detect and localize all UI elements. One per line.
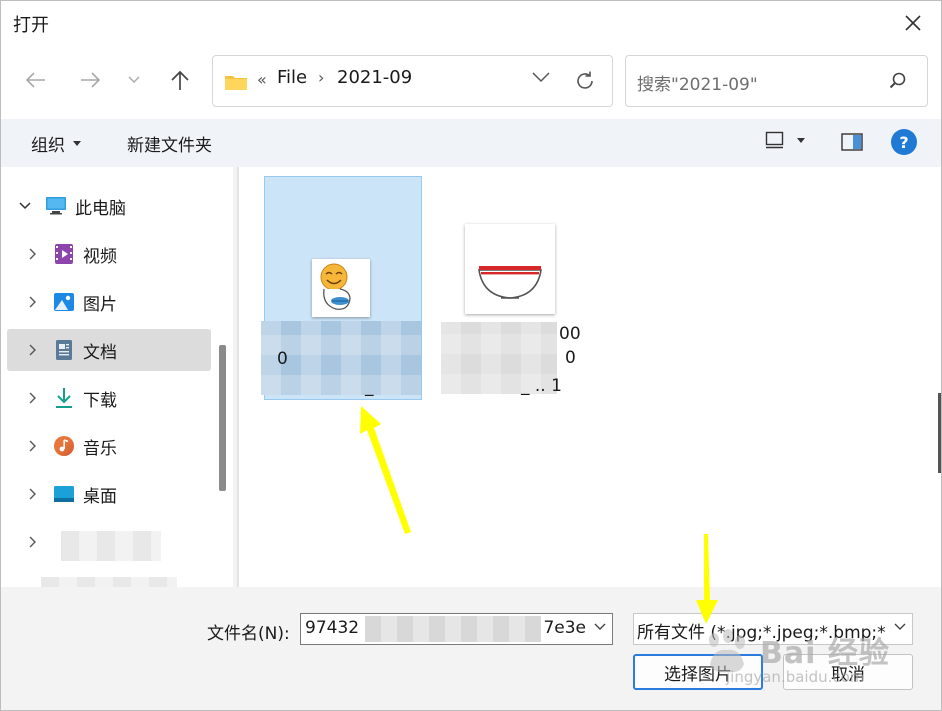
sidebar-item-music[interactable]: 音乐 (7, 425, 211, 467)
sidebar-scrollbar[interactable] (213, 167, 231, 587)
redacted-filename (365, 616, 541, 642)
arrow-left-icon (25, 72, 45, 88)
sidebar-item-desktop[interactable]: 桌面 (7, 473, 211, 515)
scrollbar-thumb[interactable] (219, 345, 226, 491)
folder-icon (225, 76, 247, 90)
caret-down-icon (797, 137, 805, 143)
title-bar: 打开 (1, 1, 941, 47)
picture-icon (53, 291, 75, 313)
file-name-line: 00 (559, 324, 581, 344)
address-separator[interactable]: › (318, 68, 324, 87)
filename-label: 文件名(N): (207, 624, 290, 644)
filename-input[interactable]: 97432 7e3e (300, 613, 613, 645)
monitor-icon (45, 195, 67, 217)
arrow-up-icon (171, 70, 189, 90)
preview-pane-icon[interactable] (841, 133, 863, 151)
address-segment-file[interactable]: File (277, 67, 307, 88)
close-button[interactable] (893, 5, 933, 41)
file-item-selected[interactable]: 0 _ (261, 176, 422, 400)
organize-button[interactable]: 组织 (31, 131, 81, 156)
file-name-line: 0 (277, 349, 288, 369)
caret-down-icon (73, 141, 81, 146)
sidebar-item-label: 图片 (83, 294, 117, 315)
file-name-line: _ .. 1 (521, 376, 562, 396)
navigation-pane: 此电脑 视频 图片 文档 下载 音乐 桌面 (1, 167, 233, 587)
file-name-line: _ (365, 377, 374, 397)
new-folder-button[interactable]: 新建文件夹 (127, 131, 212, 156)
music-icon (53, 435, 75, 457)
file-thumbnail (312, 259, 370, 317)
arrow-right-icon (81, 72, 101, 88)
view-icon (765, 131, 784, 149)
help-icon[interactable]: ? (891, 129, 917, 155)
chevron-right-icon[interactable] (23, 344, 43, 356)
window-edge (938, 393, 941, 473)
sidebar-item-pictures[interactable]: 图片 (7, 281, 211, 323)
chevron-down-icon[interactable] (532, 71, 550, 83)
back-button[interactable] (19, 63, 53, 97)
desktop-icon (53, 483, 75, 505)
sidebar-item-label: 此电脑 (75, 198, 126, 219)
chevron-down-icon[interactable] (15, 202, 35, 210)
open-file-dialog: 打开 « File › 2021-09 搜索"2021-09" 组织 新建文件夹… (0, 0, 942, 711)
redacted-area (61, 531, 161, 561)
organize-label: 组织 (31, 136, 65, 156)
video-icon (53, 243, 75, 265)
chevron-right-icon[interactable] (23, 296, 43, 308)
refresh-icon[interactable] (574, 70, 596, 92)
download-icon (53, 387, 75, 409)
chevron-right-icon[interactable] (23, 392, 43, 404)
filename-value-start: 97432 (305, 618, 360, 638)
file-list: 0 _ 00 0 _ .. 1 (239, 167, 941, 587)
chevron-down-icon[interactable] (594, 623, 606, 631)
address-overflow-glyph[interactable]: « (257, 70, 267, 89)
address-segment-2021-09[interactable]: 2021-09 (337, 67, 412, 88)
chevron-right-icon[interactable] (23, 536, 43, 548)
search-input[interactable]: 搜索"2021-09" (625, 55, 928, 107)
chevron-right-icon[interactable] (23, 248, 43, 260)
address-bar[interactable]: « File › 2021-09 (212, 55, 613, 107)
chevron-down-icon[interactable] (894, 623, 906, 631)
close-icon (905, 15, 921, 31)
chevron-right-icon[interactable] (23, 488, 43, 500)
chevron-down-icon (128, 76, 140, 83)
file-item[interactable]: 00 0 _ .. 1 (433, 176, 591, 400)
sidebar-item-label: 下载 (83, 390, 117, 411)
search-placeholder: 搜索"2021-09" (637, 75, 758, 95)
command-bar: 组织 新建文件夹 ? (1, 119, 941, 167)
chevron-right-icon[interactable] (23, 440, 43, 452)
watermark-text: Bai 经验 (760, 636, 890, 671)
sidebar-item-label: 桌面 (83, 486, 117, 507)
navigation-bar: « File › 2021-09 搜索"2021-09" (1, 47, 941, 119)
sidebar-item-label: 视频 (83, 246, 117, 267)
dialog-title: 打开 (13, 15, 49, 36)
filename-value-end: 7e3e (543, 618, 586, 638)
file-thumbnail (465, 224, 555, 314)
redacted-area (41, 577, 177, 587)
watermark-subtext: jingyan.baidu.com (726, 668, 865, 686)
recent-locations-button[interactable] (117, 63, 151, 97)
search-icon[interactable] (889, 72, 907, 90)
sidebar-item-label: 文档 (83, 342, 117, 363)
sidebar-item-label: 音乐 (83, 438, 117, 459)
document-icon (53, 339, 75, 361)
sidebar-item-this-pc[interactable]: 此电脑 (7, 185, 211, 227)
view-options-button[interactable] (765, 131, 805, 149)
new-folder-label: 新建文件夹 (127, 136, 212, 156)
bowl-icon (478, 266, 542, 299)
sidebar-item-documents[interactable]: 文档 (7, 329, 211, 371)
smiley-sticker-icon (320, 263, 351, 310)
up-button[interactable] (163, 63, 197, 97)
file-name-line: 0 (565, 348, 576, 368)
sidebar-item-videos[interactable]: 视频 (7, 233, 211, 275)
forward-button[interactable] (73, 63, 107, 97)
sidebar-item-downloads[interactable]: 下载 (7, 377, 211, 419)
